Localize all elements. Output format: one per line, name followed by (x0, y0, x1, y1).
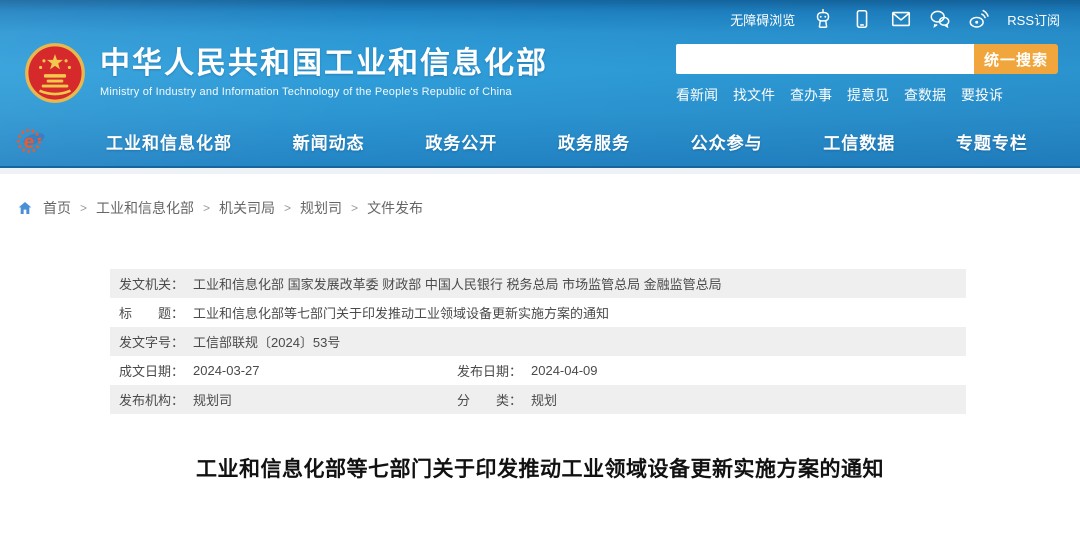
meta-row-publisher-category: 发布机构： 规划司 分 类： 规划 (110, 385, 966, 414)
quick-link-news[interactable]: 看新闻 (676, 85, 718, 105)
document-meta-table: 发文机关： 工业和信息化部 国家发展改革委 财政部 中国人民银行 税务总局 市场… (110, 269, 966, 414)
national-emblem-icon (24, 42, 86, 104)
meta-value: 规划 (531, 390, 557, 409)
quick-link-data[interactable]: 查数据 (904, 85, 946, 105)
site-logo[interactable]: 中华人民共和国工业和信息化部 Ministry of Industry and … (24, 40, 548, 105)
nav-item-news[interactable]: 新闻动态 (293, 134, 365, 153)
meta-value: 规划司 (193, 390, 232, 409)
nav-item-gov-disclosure[interactable]: 政务公开 (425, 134, 497, 153)
meta-value: 2024-03-27 (193, 363, 260, 378)
mail-icon[interactable] (890, 8, 912, 30)
breadcrumb-document-release[interactable]: 文件发布 (367, 198, 423, 218)
search-input[interactable] (676, 44, 974, 74)
site-header: 无障碍浏览 (0, 0, 1080, 168)
robot-mascot-icon[interactable] (812, 8, 834, 30)
unified-search-button[interactable]: 统一搜索 (974, 44, 1058, 74)
quick-link-suggestions[interactable]: 提意见 (847, 85, 889, 105)
breadcrumb: 首页 > 工业和信息化部 > 机关司局 > 规划司 > 文件发布 (0, 174, 1080, 218)
meta-row-issuing-agencies: 发文机关： 工业和信息化部 国家发展改革委 财政部 中国人民银行 税务总局 市场… (110, 269, 966, 298)
rss-link[interactable]: RSS订阅 (1007, 10, 1060, 29)
meta-label: 分 类： (457, 390, 522, 409)
nav-item-industry-data[interactable]: 工信数据 (823, 134, 895, 153)
meta-row-title: 标 题： 工业和信息化部等七部门关于印发推动工业领域设备更新实施方案的通知 (110, 298, 966, 327)
breadcrumb-separator: > (284, 201, 291, 215)
utility-topbar: 无障碍浏览 (0, 0, 1080, 38)
nav-item-special-columns[interactable]: 专题专栏 (956, 134, 1028, 153)
breadcrumb-planning-dept[interactable]: 规划司 (300, 198, 342, 218)
meta-value: 工业和信息化部 国家发展改革委 财政部 中国人民银行 税务总局 市场监管总局 金… (193, 274, 722, 293)
meta-label: 发文字号： (119, 332, 184, 351)
search-area: 统一搜索 看新闻 找文件 查办事 提意见 查数据 要投诉 (676, 44, 1058, 105)
weibo-icon[interactable] (968, 8, 990, 30)
site-name-en: Ministry of Industry and Information Tec… (100, 86, 548, 98)
home-icon[interactable] (17, 200, 34, 216)
svg-text:e: e (24, 132, 35, 153)
mobile-phone-icon[interactable] (851, 8, 873, 30)
meta-label: 标 题： (119, 303, 184, 322)
header-main-row: 中华人民共和国工业和信息化部 Ministry of Industry and … (0, 38, 1080, 105)
quick-links: 看新闻 找文件 查办事 提意见 查数据 要投诉 (676, 85, 1058, 105)
content-area: 首页 > 工业和信息化部 > 机关司局 > 规划司 > 文件发布 发文机关： 工… (0, 168, 1080, 483)
breadcrumb-departments[interactable]: 机关司局 (219, 198, 275, 218)
meta-label: 发布日期： (457, 361, 522, 380)
nav-item-miit[interactable]: 工业和信息化部 (106, 134, 232, 153)
wechat-icon[interactable] (929, 8, 951, 30)
quick-link-documents[interactable]: 找文件 (733, 85, 775, 105)
breadcrumb-miit[interactable]: 工业和信息化部 (96, 198, 194, 218)
breadcrumb-separator: > (80, 201, 87, 215)
accessibility-link[interactable]: 无障碍浏览 (730, 10, 795, 29)
main-nav: e 工业和信息化部 新闻动态 政务公开 政务服务 公众参与 工信数据 专题专栏 (0, 116, 1080, 166)
meta-value: 工信部联规〔2024〕53号 (193, 332, 340, 351)
breadcrumb-home[interactable]: 首页 (43, 198, 71, 218)
quick-link-services[interactable]: 查办事 (790, 85, 832, 105)
meta-row-dates: 成文日期： 2024-03-27 发布日期： 2024-04-09 (110, 356, 966, 385)
article-title: 工业和信息化部等七部门关于印发推动工业领域设备更新实施方案的通知 (0, 453, 1080, 483)
meta-row-document-number: 发文字号： 工信部联规〔2024〕53号 (110, 327, 966, 356)
quick-link-complaints[interactable]: 要投诉 (961, 85, 1003, 105)
nav-item-gov-services[interactable]: 政务服务 (558, 134, 630, 153)
meta-value: 工业和信息化部等七部门关于印发推动工业领域设备更新实施方案的通知 (193, 303, 609, 322)
nav-item-public-participation[interactable]: 公众参与 (691, 134, 763, 153)
nav-list: 工业和信息化部 新闻动态 政务公开 政务服务 公众参与 工信数据 专题专栏 (106, 129, 1028, 154)
breadcrumb-separator: > (351, 201, 358, 215)
breadcrumb-separator: > (203, 201, 210, 215)
site-name-cn: 中华人民共和国工业和信息化部 (100, 47, 548, 82)
miit-e-gear-logo-icon[interactable]: e (14, 124, 48, 158)
meta-label: 发布机构： (119, 390, 184, 409)
meta-label: 发文机关： (119, 274, 184, 293)
site-title-block: 中华人民共和国工业和信息化部 Ministry of Industry and … (100, 47, 548, 99)
meta-label: 成文日期： (119, 361, 184, 380)
meta-value: 2024-04-09 (531, 363, 598, 378)
